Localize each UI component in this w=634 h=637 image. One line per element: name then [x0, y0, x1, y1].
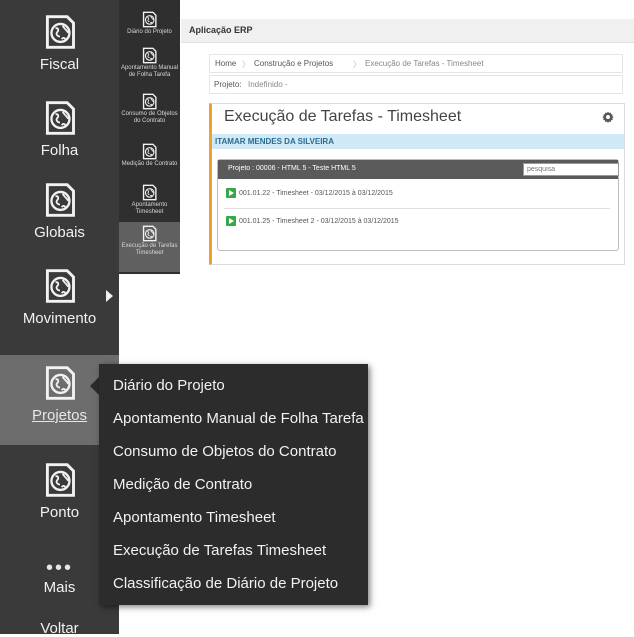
- globe-document-icon: [141, 225, 158, 242]
- project-header: Projeto : 00006 - HTML 5 - Teste HTML 5: [218, 160, 619, 179]
- globe-document-icon: [141, 143, 158, 160]
- globe-document-icon: [42, 268, 78, 304]
- submenu-item-label: Medição de Contrato: [121, 161, 178, 167]
- menu-item-consumo[interactable]: Consumo de Objetos do Contrato: [113, 443, 336, 460]
- sidebar-item-fiscal[interactable]: Fiscal: [0, 14, 119, 92]
- submenu-item-label: Apontamento Timesheet: [131, 202, 168, 215]
- submenu-item-apontamento-manual[interactable]: Apontamento Manual de Folha Tarefa: [119, 44, 180, 86]
- task-label: 001.01.22 - Timesheet - 03/12/2015 à 03/…: [239, 189, 393, 197]
- submenu-item-execucao[interactable]: Execução de Tarefas Timesheet: [119, 222, 180, 272]
- sidebar-item-folha[interactable]: Folha: [0, 100, 119, 178]
- submenu-item-label: Consumo de Objetos do Contrato: [121, 111, 178, 124]
- menu-item-classificacao[interactable]: Classificação de Diário de Projeto: [113, 575, 338, 592]
- search-input[interactable]: [523, 163, 619, 176]
- user-name: ITAMAR MENDES DA SILVEIRA: [215, 137, 334, 146]
- main-panel: Aplicação ERP Home 〉 Construção e Projet…: [181, 0, 634, 274]
- globe-document-icon: [141, 184, 158, 201]
- breadcrumb-home[interactable]: Home: [215, 59, 236, 68]
- breadcrumb-separator: 〉: [242, 60, 250, 69]
- globe-document-icon: [42, 462, 78, 498]
- globe-document-icon: [42, 182, 78, 218]
- menu-caret: [90, 377, 99, 395]
- user-bar: ITAMAR MENDES DA SILVEIRA: [212, 134, 624, 149]
- menu-item-apontamento-manual[interactable]: Apontamento Manual de Folha Tarefa: [113, 410, 364, 427]
- menu-item-apontamento-timesheet[interactable]: Apontamento Timesheet: [113, 509, 276, 526]
- project-value: Indefinido -: [248, 80, 288, 89]
- gear-icon[interactable]: [602, 111, 614, 123]
- page-title: Execução de Tarefas - Timesheet: [224, 108, 462, 125]
- submenu-item-consumo[interactable]: Consumo de Objetos do Contrato: [119, 90, 180, 136]
- globe-document-icon: [42, 365, 78, 401]
- sidebar-item-label: Voltar: [40, 620, 79, 637]
- breadcrumb-construcao[interactable]: Construção e Projetos: [254, 59, 333, 68]
- breadcrumb-separator: 〉: [353, 60, 361, 69]
- breadcrumb: Home 〉 Construção e Projetos 〉 Execução …: [209, 54, 623, 73]
- submenu-item-label: Diário do Projeto: [127, 29, 172, 35]
- projetos-dropdown-menu: Diário do Projeto Apontamento Manual de …: [99, 364, 368, 605]
- project-label: Projeto:: [214, 80, 242, 89]
- globe-document-icon: [42, 100, 78, 136]
- sidebar-item-label: Movimento: [22, 310, 97, 327]
- project-line: Projeto: Indefinido -: [209, 75, 623, 94]
- sidebar-item-label: Globais: [34, 224, 85, 241]
- submenu-strip: Diário do Projeto Apontamento Manual de …: [119, 0, 180, 274]
- timesheet-card: Execução de Tarefas - Timesheet ITAMAR M…: [209, 103, 625, 265]
- menu-item-medicao[interactable]: Medição de Contrato: [113, 476, 252, 493]
- globe-document-icon: [141, 93, 158, 110]
- sidebar-item-movimento[interactable]: Movimento: [0, 268, 119, 348]
- globe-document-icon: [141, 11, 158, 28]
- chevron-right-icon: [106, 290, 113, 302]
- task-item[interactable]: 001.01.25 - Timesheet 2 - 03/12/2015 à 0…: [226, 216, 399, 226]
- task-label: 001.01.25 - Timesheet 2 - 03/12/2015 à 0…: [239, 217, 399, 225]
- globe-document-icon: [42, 14, 78, 50]
- divider: [224, 208, 610, 209]
- menu-item-execucao[interactable]: Execução de Tarefas Timesheet: [113, 542, 326, 559]
- app-title-bar: Aplicação ERP: [181, 19, 634, 43]
- play-icon[interactable]: [226, 216, 236, 226]
- sidebar-item-globais[interactable]: Globais: [0, 182, 119, 260]
- submenu-item-label: Execução de Tarefas Timesheet: [121, 243, 178, 256]
- sidebar-item-voltar[interactable]: Voltar: [0, 612, 119, 637]
- task-item[interactable]: 001.01.22 - Timesheet - 03/12/2015 à 03/…: [226, 188, 393, 198]
- globe-document-icon: [141, 47, 158, 64]
- submenu-item-label: Apontamento Manual de Folha Tarefa: [120, 65, 179, 78]
- sidebar-item-label: Folha: [40, 142, 79, 159]
- submenu-item-apontamento-timesheet[interactable]: Apontamento Timesheet: [119, 181, 180, 219]
- menu-item-diario[interactable]: Diário do Projeto: [113, 377, 225, 394]
- breadcrumb-current: Execução de Tarefas - Timesheet: [365, 59, 484, 68]
- project-box: Projeto : 00006 - HTML 5 - Teste HTML 5 …: [217, 159, 619, 251]
- app-title: Aplicação ERP: [189, 25, 253, 35]
- play-icon[interactable]: [226, 188, 236, 198]
- project-header-title: Projeto : 00006 - HTML 5 - Teste HTML 5: [228, 165, 356, 172]
- sidebar-item-label: Fiscal: [39, 56, 80, 73]
- submenu-item-medicao[interactable]: Medição de Contrato: [119, 140, 180, 178]
- submenu-item-diario[interactable]: Diário do Projeto: [119, 8, 180, 41]
